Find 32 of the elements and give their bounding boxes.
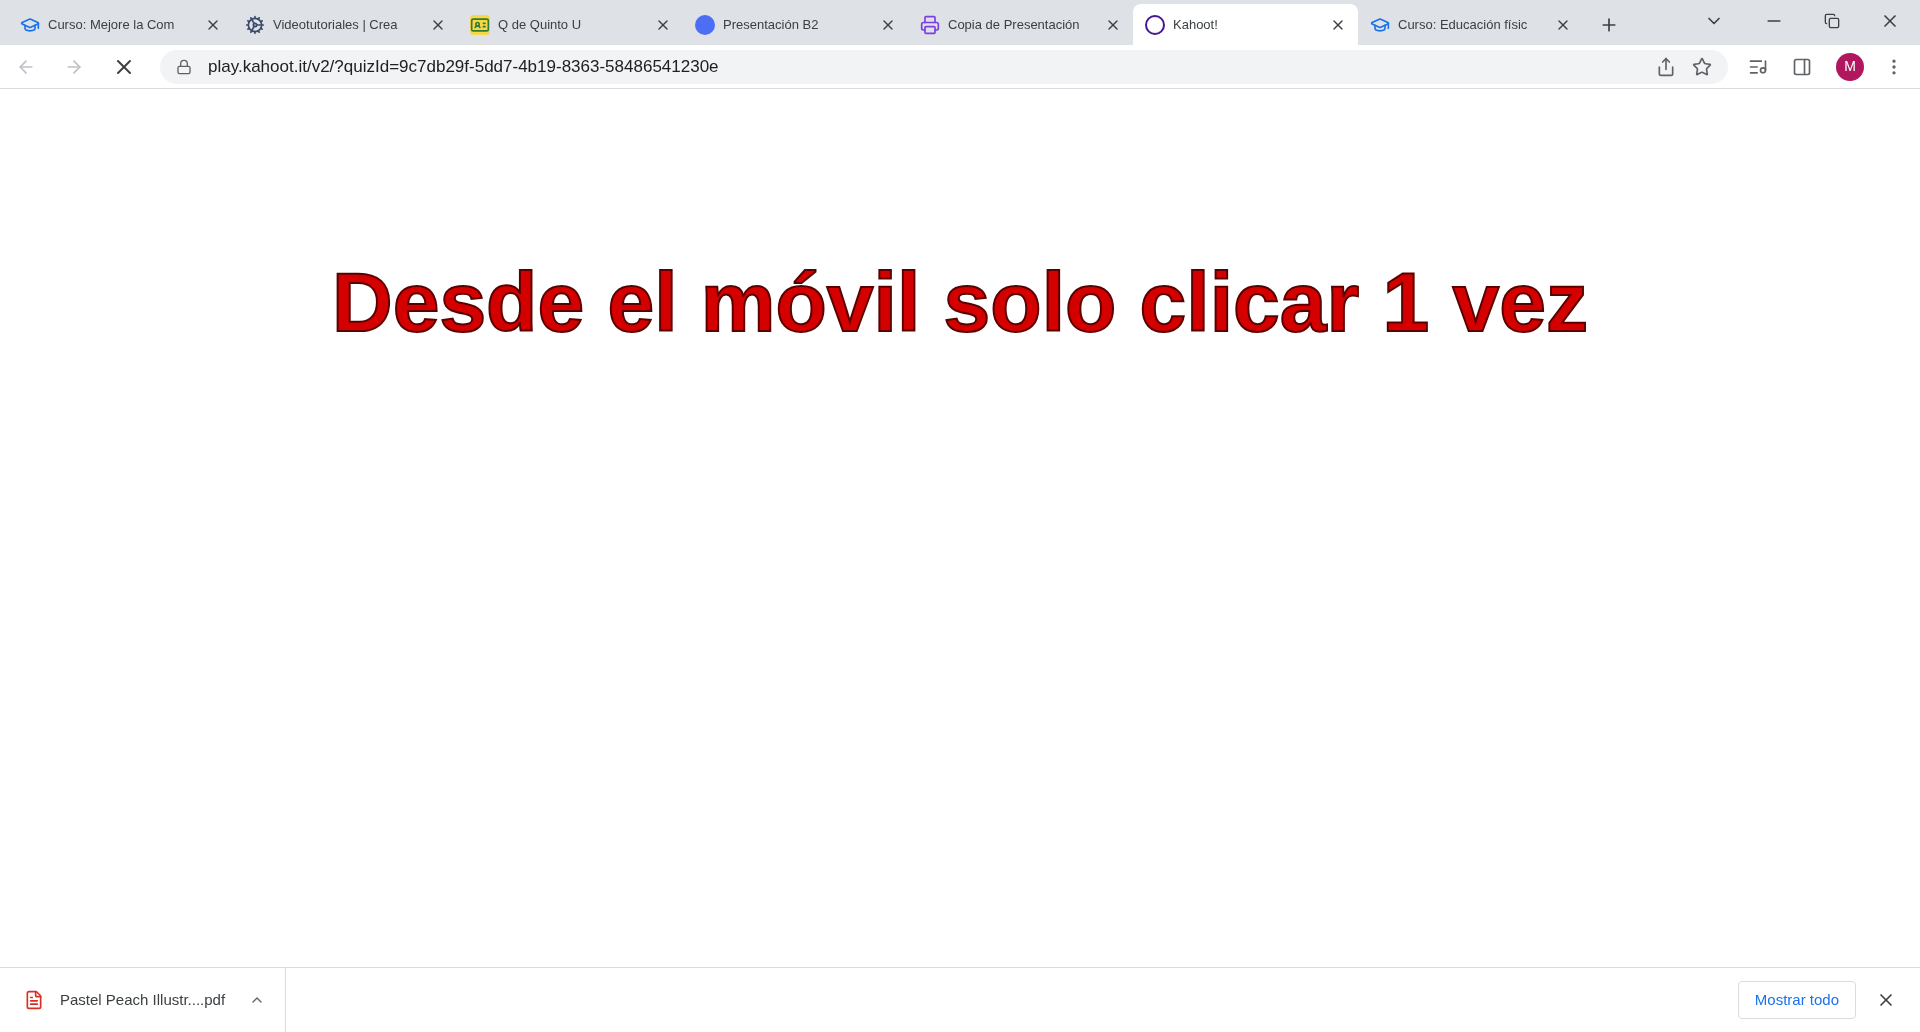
show-all-button[interactable]: Mostrar todo: [1737, 981, 1856, 1019]
lock-icon: [176, 58, 192, 75]
browser-tab[interactable]: Q de Quinto U: [458, 4, 683, 45]
tab-title: Copia de Presentación: [948, 15, 1081, 34]
bookmark-star-icon[interactable]: [1692, 56, 1712, 77]
side-panel-icon[interactable]: [1792, 56, 1812, 77]
browser-tab[interactable]: Kahoot!: [1133, 4, 1358, 45]
url-text: play.kahoot.it/v2/?quizId=9c7db29f-5dd7-4b19-8363-58486541230e: [208, 55, 720, 78]
tab-title: Curso: Mejore la Com: [48, 15, 176, 34]
browser-tab[interactable]: Curso: Mejore la Com: [8, 4, 233, 45]
address-field[interactable]: play.kahoot.it/v2/?quizId=9c7db29f-5dd7-4b19-8363-58486541230e: [160, 49, 1728, 84]
tab-title: Kahoot!: [1173, 15, 1219, 34]
download-item[interactable]: Pastel Peach Illustr....pdf: [24, 968, 287, 1032]
tab-title: Q de Quinto U: [498, 15, 583, 34]
tab-title: Curso: Educación físic: [1398, 15, 1529, 34]
k-logo-icon: [1145, 14, 1165, 35]
browser-tab[interactable]: Curso: Educación físic: [1358, 4, 1583, 45]
share-icon[interactable]: [1656, 56, 1676, 77]
browser-tab[interactable]: Presentación B2: [683, 4, 908, 45]
printer-icon: [920, 14, 940, 35]
download-filename: Pastel Peach Illustr....pdf: [60, 989, 226, 1010]
tab-title: Presentación B2: [723, 15, 820, 34]
message-heading: Desde el móvil solo clicar 1 vez: [332, 254, 1588, 351]
circle-logo-icon: [695, 14, 715, 35]
browser-tab[interactable]: Videotutoriales | Crea: [233, 4, 458, 45]
restore-icon[interactable]: [1824, 13, 1840, 29]
card-icon: [470, 14, 490, 35]
browser-tab[interactable]: Copia de Presentación: [908, 4, 1133, 45]
gear-icon: [245, 14, 265, 35]
pdf-file-icon: [24, 990, 44, 1010]
tab-title: Videotutoriales | Crea: [273, 15, 399, 34]
profile-avatar[interactable]: M: [1836, 52, 1864, 81]
